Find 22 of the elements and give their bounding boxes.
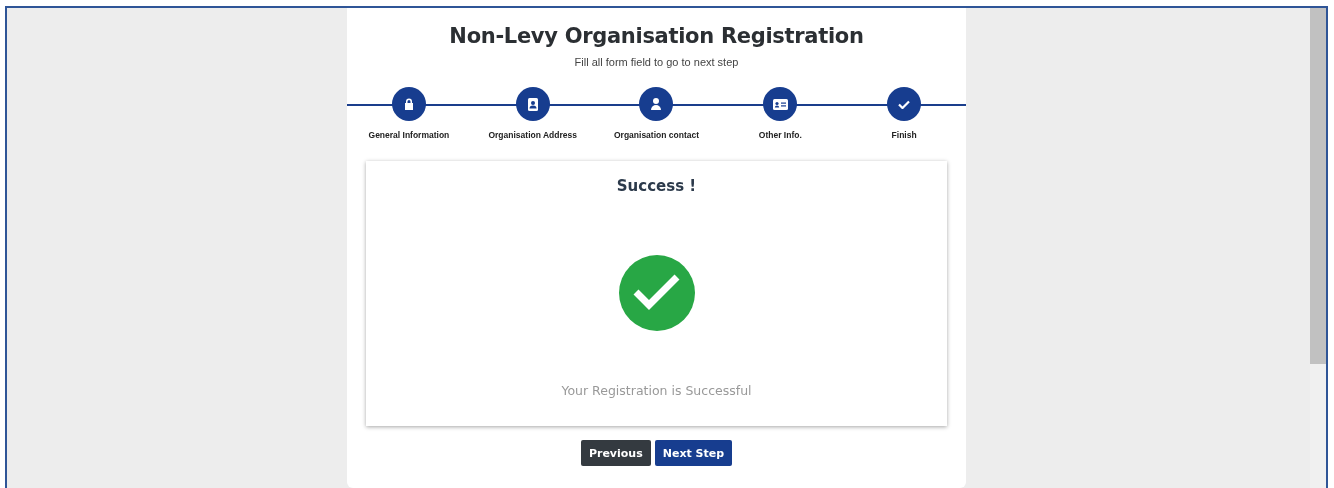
result-message: Your Registration is Successful bbox=[561, 383, 752, 398]
step-label: General Information bbox=[368, 130, 450, 140]
success-check-icon bbox=[618, 255, 695, 331]
result-heading: Success ! bbox=[616, 177, 697, 195]
page-subtitle: Fill all form field to go to next step bbox=[574, 56, 739, 68]
step-label: Organisation Address bbox=[488, 130, 577, 140]
step-circle[interactable] bbox=[391, 87, 426, 121]
step-circle[interactable] bbox=[639, 87, 674, 121]
page-title: Non-Levy Organisation Registration bbox=[449, 24, 864, 48]
contact-book-icon bbox=[526, 97, 539, 111]
next-step-button[interactable]: Next Step bbox=[654, 440, 733, 466]
previous-button[interactable]: Previous bbox=[580, 440, 651, 466]
user-icon bbox=[651, 98, 662, 110]
lock-icon bbox=[403, 98, 414, 110]
step-circle[interactable] bbox=[515, 87, 550, 121]
step-circle[interactable] bbox=[887, 87, 922, 121]
step-circle[interactable] bbox=[763, 87, 798, 121]
step-label: Other Info. bbox=[758, 130, 802, 140]
check-icon bbox=[898, 99, 911, 109]
step-label: Finish bbox=[891, 130, 917, 140]
step-label: Organisation contact bbox=[614, 130, 699, 140]
id-card-icon bbox=[772, 98, 788, 110]
